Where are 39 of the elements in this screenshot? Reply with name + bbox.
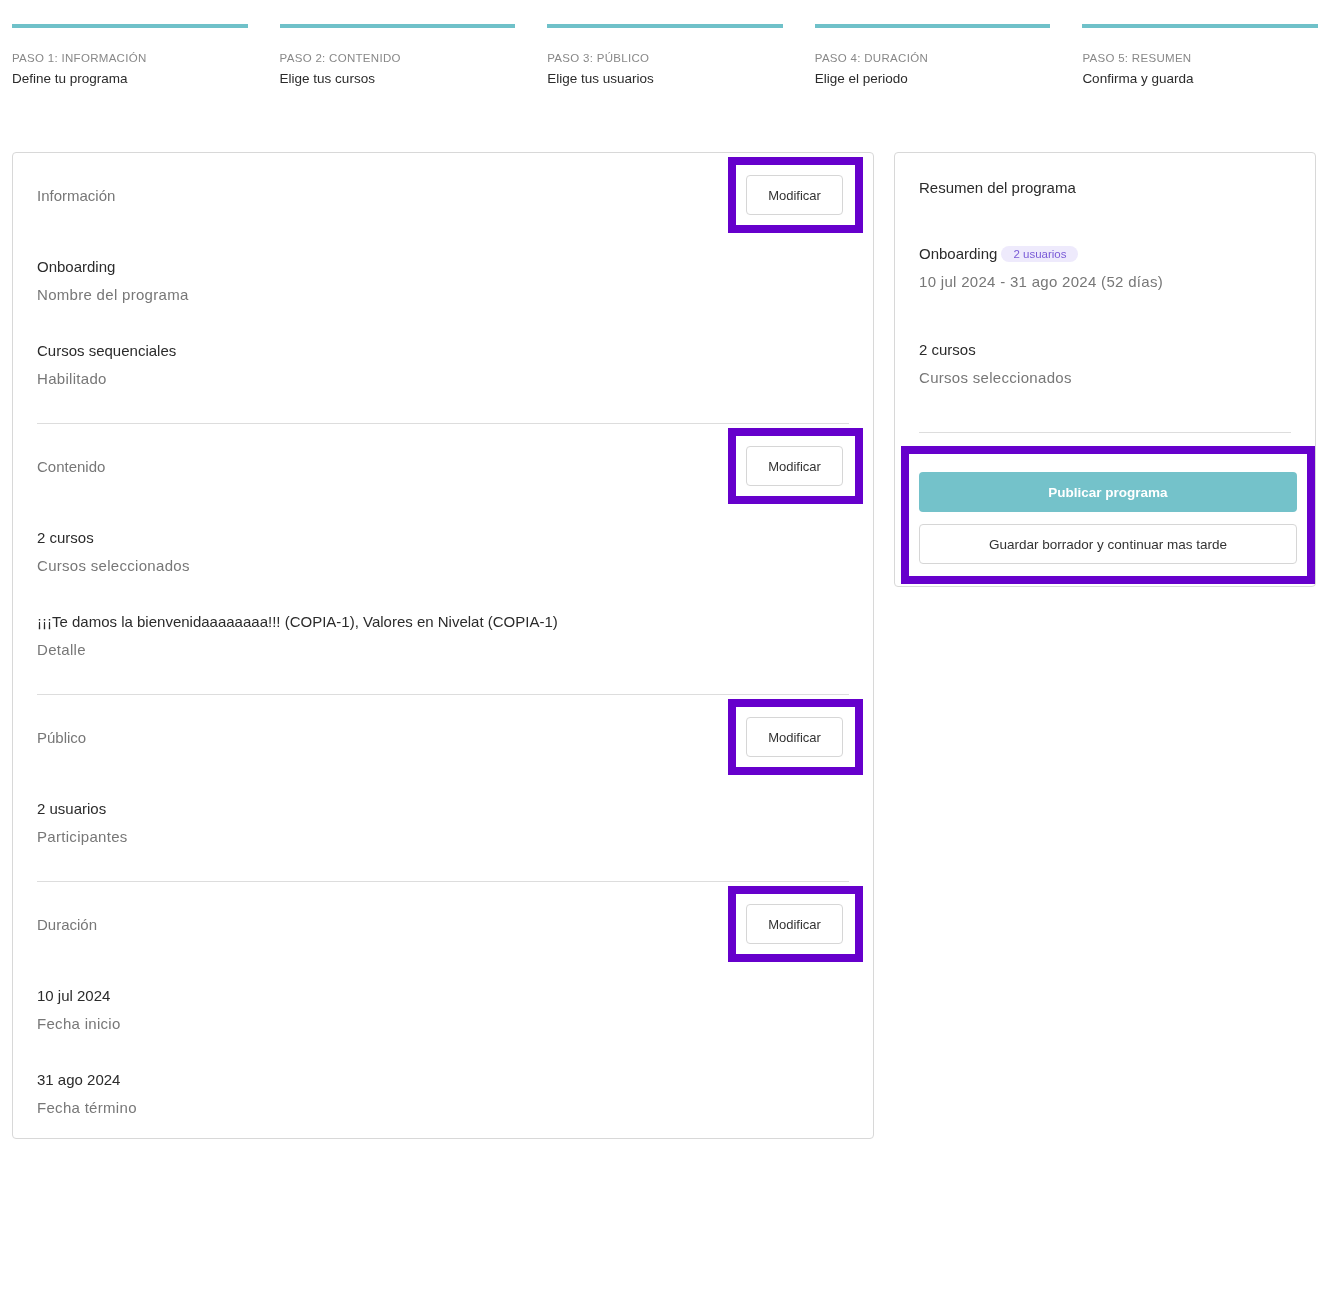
field-label: Detalle bbox=[37, 640, 87, 660]
modify-button[interactable]: Modificar bbox=[746, 446, 843, 486]
step-label: PASO 5: RESUMEN bbox=[1082, 52, 1193, 64]
step-title: Elige el periodo bbox=[814, 71, 909, 86]
field-label: Habilitado bbox=[37, 369, 108, 389]
field-label: Nombre del programa bbox=[37, 285, 190, 305]
step-label: PASO 4: DURACIÓN bbox=[814, 52, 929, 64]
modify-button[interactable]: Modificar bbox=[746, 717, 843, 757]
section-title: Público bbox=[37, 728, 87, 746]
step-title: Confirma y guarda bbox=[1082, 71, 1195, 86]
courses-count: 2 cursos bbox=[919, 340, 977, 360]
step-label: PASO 3: PÚBLICO bbox=[547, 52, 651, 64]
field-value: Cursos sequenciales bbox=[37, 341, 178, 361]
field-value: ¡¡¡Te damos la bienvenidaaaaaaaa!!! (COPIA-1), Valores en Nivelat (COPIA-1) bbox=[37, 612, 559, 632]
section-title: Contenido bbox=[37, 457, 106, 475]
field-value: 2 usuarios bbox=[37, 799, 108, 819]
field-label: Participantes bbox=[37, 827, 129, 847]
step-title: Define tu programa bbox=[12, 71, 129, 86]
field-value: 31 ago 2024 bbox=[37, 1070, 122, 1090]
program-name: Onboarding bbox=[919, 244, 998, 264]
modify-button[interactable]: Modificar bbox=[746, 175, 843, 215]
step-label: PASO 2: CONTENIDO bbox=[279, 52, 402, 64]
field-label: Fecha término bbox=[37, 1098, 138, 1118]
step-title: Elige tus usuarios bbox=[547, 71, 655, 86]
field-label: Fecha inicio bbox=[37, 1014, 122, 1034]
field-value: Onboarding bbox=[37, 257, 117, 277]
step-title: Elige tus cursos bbox=[279, 71, 376, 86]
users-badge: 2 usuarios bbox=[1001, 246, 1079, 262]
summary-title: Resumen del programa bbox=[919, 179, 1077, 196]
field-label: Cursos seleccionados bbox=[37, 556, 191, 576]
field-value: 10 jul 2024 bbox=[37, 986, 112, 1006]
section-title: Información bbox=[37, 186, 116, 204]
step-label: PASO 1: INFORMACIÓN bbox=[12, 52, 148, 64]
save-draft-button[interactable]: Guardar borrador y continuar mas tarde bbox=[919, 524, 1297, 564]
modify-button[interactable]: Modificar bbox=[746, 904, 843, 944]
program-dates: 10 jul 2024 - 31 ago 2024 (52 días) bbox=[919, 272, 1164, 292]
section-title: Duración bbox=[37, 915, 98, 933]
courses-label: Cursos seleccionados bbox=[919, 368, 1073, 388]
field-value: 2 cursos bbox=[37, 528, 95, 548]
